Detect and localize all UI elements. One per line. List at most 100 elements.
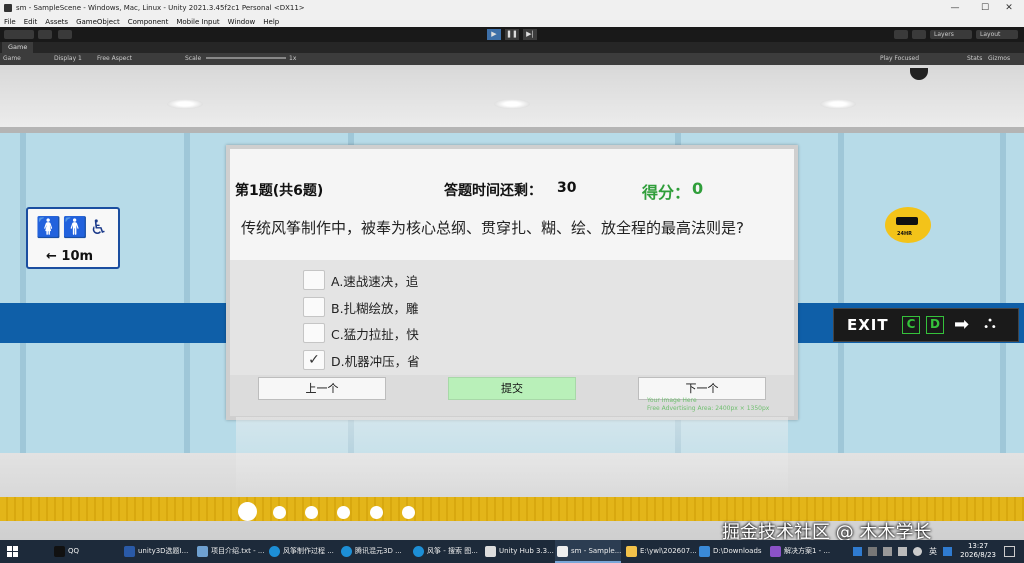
tray-icon[interactable] [868, 547, 877, 556]
score-label: 得分： [642, 183, 691, 202]
wifi-icon[interactable] [913, 547, 922, 556]
history-icon[interactable] [894, 30, 908, 39]
question-index: 第1题(共6题) [235, 183, 324, 199]
close-button[interactable]: ✕ [994, 0, 1024, 16]
page-dot[interactable] [337, 506, 350, 519]
restroom-distance: ← 10m [46, 249, 94, 264]
layers-dropdown[interactable]: Layers [930, 30, 972, 39]
taskbar-item-visual-studio[interactable]: 解决方案1 - ... [768, 540, 836, 563]
edge-icon [269, 546, 280, 557]
page-dot[interactable] [273, 506, 286, 519]
option-a-checkbox[interactable] [303, 270, 325, 290]
ceiling-light [820, 99, 856, 109]
clock-date: 2026/8/23 [960, 551, 996, 559]
taskbar-item-edge-2[interactable]: 腾讯混元3D ... [339, 540, 409, 563]
play-button[interactable]: ▶ [487, 29, 501, 40]
minimize-button[interactable]: — [940, 0, 970, 16]
menu-window[interactable]: Window [228, 18, 256, 26]
menu-edit[interactable]: Edit [24, 18, 38, 26]
folder-icon [626, 546, 637, 557]
taskbar-item-edge-3[interactable]: 风筝 - 搜索 图... [411, 540, 481, 563]
scale-label: Scale [185, 55, 202, 62]
stats-button[interactable]: Stats [967, 53, 982, 65]
step-button[interactable]: ▶| [523, 29, 537, 40]
option-d-label[interactable]: D.机器冲压，省 [331, 351, 420, 370]
tray-icon[interactable] [898, 547, 907, 556]
option-c-label[interactable]: C.猛力拉扯，快 [331, 324, 419, 343]
taskbar-item-explorer-1[interactable]: E:\ywl\202607... [624, 540, 697, 563]
prev-button[interactable]: 上一个 [258, 377, 386, 400]
doc-icon [124, 546, 135, 557]
display-dropdown[interactable]: Display 1 [54, 53, 82, 65]
windows-logo-icon [7, 546, 12, 551]
exit-sign: EXIT C D ➡ ⛬ [833, 308, 1019, 342]
pause-button[interactable]: ❚❚ [505, 29, 519, 40]
edge-icon [413, 546, 424, 557]
taskbar-item-edge-1[interactable]: 风筝制作过程 ... [267, 540, 337, 563]
score-value: 0 [692, 179, 704, 198]
camera-icon [896, 217, 918, 225]
taskbar-item-unity-hub[interactable]: Unity Hub 3.3... [483, 540, 554, 563]
panel-reflection [236, 417, 788, 497]
page-dot-active[interactable] [238, 502, 257, 521]
option-b-label[interactable]: B.扎糊绘放，雕 [331, 298, 419, 317]
task-view-icon[interactable] [28, 540, 48, 563]
qq-icon [54, 546, 65, 557]
page-dot[interactable] [305, 506, 318, 519]
escalator-icon: ⛬ [984, 313, 996, 333]
window-title: sm - SampleScene - Windows, Mac, Linux -… [16, 4, 305, 12]
menu-component[interactable]: Component [128, 18, 169, 26]
scale-slider[interactable] [206, 57, 286, 59]
page-dot[interactable] [370, 506, 383, 519]
taskbar-clock[interactable]: 13:27 2026/8/23 [960, 542, 996, 560]
display-mode-dropdown[interactable]: Game [3, 53, 21, 65]
collab-icon[interactable] [58, 30, 72, 39]
exit-d-label: D [926, 316, 944, 334]
ime-indicator[interactable]: 英 [929, 546, 937, 557]
start-button[interactable] [0, 540, 26, 563]
menu-assets[interactable]: Assets [45, 18, 68, 26]
option-c-checkbox[interactable] [303, 323, 325, 343]
check-mark-icon: ✓ [308, 352, 320, 368]
wall-pillar [184, 133, 190, 453]
wall-pillar [838, 133, 844, 453]
game-view: 🚺🚹♿ ← 10m 24HR EXIT C D ➡ ⛬ 第1题(共6题) 答题时… [0, 65, 1024, 540]
clock-time: 13:27 [967, 542, 989, 550]
tray-icon[interactable] [883, 547, 892, 556]
tray-icon[interactable] [853, 547, 862, 556]
tab-game[interactable]: Game [2, 42, 34, 53]
unity-icon [557, 546, 568, 557]
taskbar-item-unity-doc[interactable]: unity3D选题I... [122, 540, 192, 563]
gizmos-dropdown[interactable]: Gizmos [988, 53, 1010, 65]
ad-placeholder-line1: Your Image Here [647, 397, 697, 404]
game-view-controlbar: Game Display 1 Free Aspect Scale 1x Play… [0, 53, 1024, 65]
timer-value: 30 [557, 180, 577, 196]
tray-icon[interactable] [943, 547, 952, 556]
unity-logo-icon [4, 4, 12, 12]
cloud-icon[interactable] [38, 30, 52, 39]
taskbar-item-qq[interactable]: QQ [52, 540, 118, 563]
aspect-dropdown[interactable]: Free Aspect [97, 53, 132, 65]
submit-button[interactable]: 提交 [448, 377, 576, 400]
taskbar-item-unity-editor[interactable]: sm - Sample... [555, 540, 621, 563]
layout-dropdown[interactable]: Layout [976, 30, 1018, 39]
option-b-checkbox[interactable] [303, 297, 325, 317]
restroom-sign: 🚺🚹♿ ← 10m [26, 207, 120, 269]
menu-file[interactable]: File [4, 18, 16, 26]
account-button[interactable] [4, 30, 34, 39]
question-text: 传统风筝制作中，被奉为核心总纲、贯穿扎、糊、绘、放全程的最高法则是? [241, 219, 744, 237]
menu-help[interactable]: Help [263, 18, 279, 26]
menu-gameobject[interactable]: GameObject [76, 18, 120, 26]
search-icon[interactable] [912, 30, 926, 39]
option-a-label[interactable]: A.速战速决，追 [331, 271, 418, 290]
page-dot[interactable] [402, 506, 415, 519]
play-focused-dropdown[interactable]: Play Focused [880, 53, 919, 65]
notification-icon[interactable] [1004, 546, 1015, 557]
option-d-checkbox[interactable]: ✓ [303, 350, 325, 370]
taskbar-item-explorer-2[interactable]: D:\Downloads [697, 540, 767, 563]
download-icon [699, 546, 710, 557]
taskbar-item-notepad[interactable]: 项目介绍.txt - ... [195, 540, 265, 563]
menu-mobile-input[interactable]: Mobile Input [176, 18, 219, 26]
edge-icon [341, 546, 352, 557]
unity-toolbar: ▶ ❚❚ ▶| Layers Layout [0, 27, 1024, 42]
